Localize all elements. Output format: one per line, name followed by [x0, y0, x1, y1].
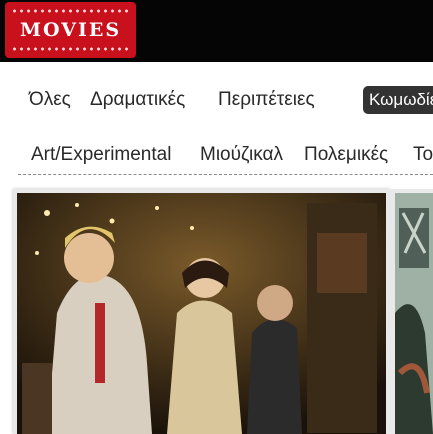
filter-adventure[interactable]: Περιπέτειες	[218, 85, 315, 115]
movie-poster-image	[395, 193, 433, 434]
genre-filter-row-1: Όλες Δραματικές Περιπέτειες Κωμωδίες	[0, 85, 433, 115]
logo-marquee-lights-bottom	[11, 46, 130, 52]
filter-all[interactable]: Όλες	[29, 85, 71, 115]
filter-more[interactable]: Το	[413, 140, 433, 170]
movie-poster-card[interactable]	[13, 189, 390, 434]
filter-art-experimental[interactable]: Art/Experimental	[31, 140, 171, 170]
logo-text: MOVIES	[19, 19, 122, 41]
logo-marquee-lights-top	[11, 8, 130, 14]
genre-filter-row-2: Art/Experimental Μιούζικαλ Πολεμικές Το	[0, 140, 433, 170]
top-bar: MOVIES	[0, 0, 433, 62]
movie-poster-card-partial[interactable]	[391, 189, 433, 434]
filter-drama[interactable]: Δραματικές	[90, 85, 185, 115]
filter-war[interactable]: Πολεμικές	[304, 140, 388, 170]
movie-poster-image	[17, 193, 386, 434]
movies-logo[interactable]: MOVIES	[5, 2, 136, 58]
filter-divider	[18, 174, 433, 175]
filter-comedy[interactable]: Κωμωδίες	[363, 86, 433, 114]
filter-musical[interactable]: Μιούζικαλ	[200, 140, 283, 170]
